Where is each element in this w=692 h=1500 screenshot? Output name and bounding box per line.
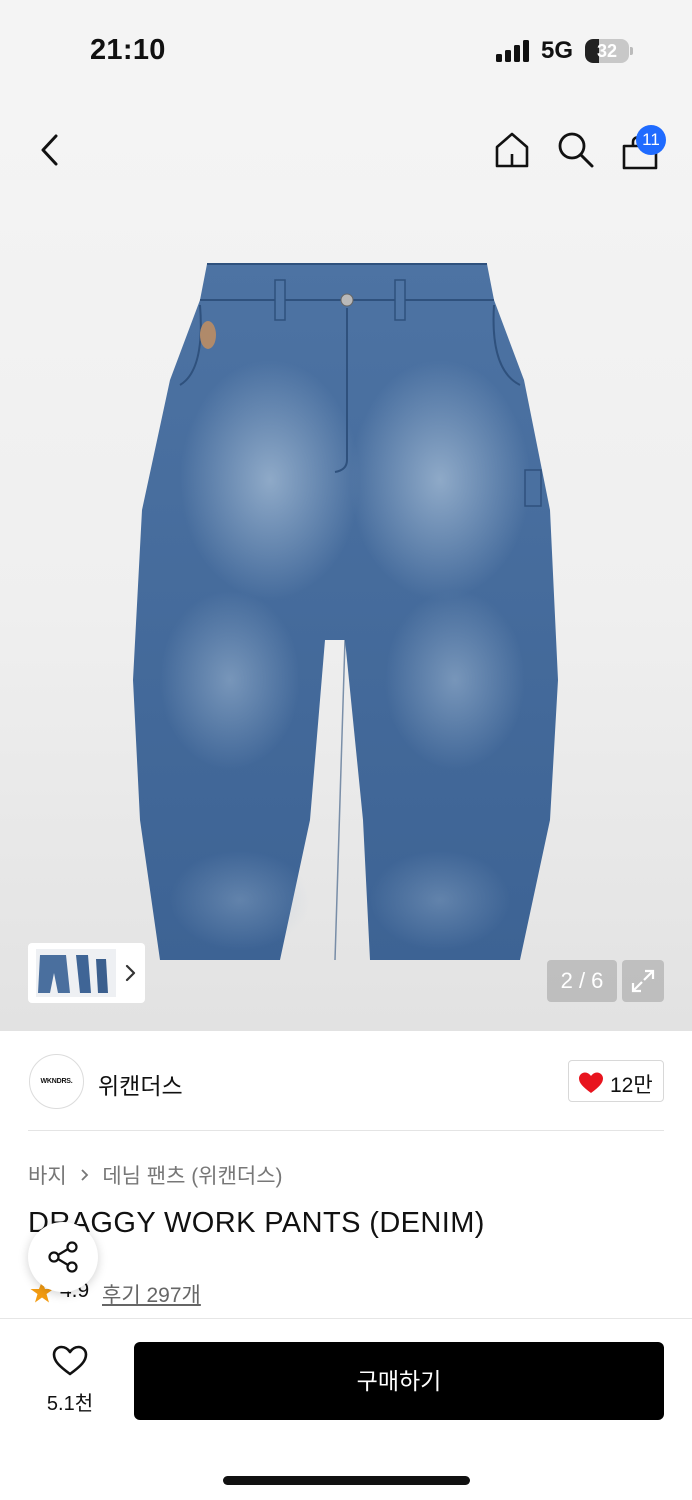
breadcrumb-category[interactable]: 바지 (28, 1165, 67, 1188)
review-link[interactable]: 후기 297개 (102, 1279, 201, 1309)
product-image[interactable] (120, 260, 570, 970)
share-button[interactable] (28, 1222, 98, 1292)
brand-name[interactable]: 위캔더스 (98, 1067, 183, 1101)
expand-icon (631, 969, 655, 993)
status-bar: 21:10 5G 32 (0, 0, 692, 100)
heart-outline-icon (52, 1345, 88, 1376)
brand-like-button[interactable]: 12만 (568, 1060, 664, 1102)
chevron-right-icon (125, 964, 136, 982)
wish-count: 5.1천 (46, 1393, 94, 1415)
brand-row[interactable]: WKNDRS. 위캔더스 12만 (0, 1031, 692, 1131)
heart-filled-icon (579, 1072, 603, 1093)
battery-level: 32 (596, 41, 618, 61)
divider (28, 1130, 664, 1131)
network-label: 5G (541, 37, 574, 64)
brand-logo[interactable]: WKNDRS. (29, 1054, 84, 1109)
product-title: DRAGGY WORK PANTS (DENIM) (28, 1207, 485, 1239)
signal-icon (496, 40, 529, 62)
status-time: 21:10 (90, 34, 166, 66)
cart-badge: 11 (636, 125, 666, 155)
breadcrumb: 바지 데님 팬츠 (위캔더스) (28, 1160, 283, 1190)
wish-button[interactable]: 5.1천 (28, 1345, 112, 1415)
share-icon (48, 1241, 78, 1273)
search-icon[interactable] (556, 130, 596, 170)
brand-like-count: 12만 (610, 1074, 653, 1097)
thumbnail-strip[interactable] (28, 943, 145, 1003)
buy-button[interactable]: 구매하기 (134, 1342, 664, 1420)
home-indicator[interactable] (223, 1476, 470, 1485)
image-counter: 2 / 6 (547, 960, 617, 1002)
home-icon[interactable] (492, 130, 532, 170)
chevron-right-icon (81, 1169, 89, 1181)
expand-button[interactable] (622, 960, 664, 1002)
bottom-bar: 5.1천 구매하기 (0, 1318, 692, 1500)
battery-icon: 32 (585, 39, 633, 63)
thumbnail-images (36, 949, 116, 997)
back-icon[interactable] (36, 130, 64, 170)
breadcrumb-subcategory[interactable]: 데님 팬츠 (위캔더스) (102, 1165, 282, 1188)
